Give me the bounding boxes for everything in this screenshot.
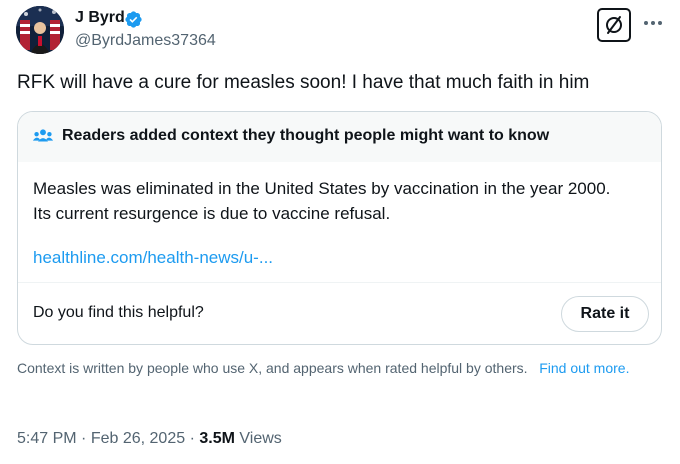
author-handle[interactable]: @ByrdJames37364 <box>75 32 216 50</box>
community-note-body: Measles was eliminated in the United Sta… <box>33 176 648 226</box>
people-icon <box>32 129 54 142</box>
meta-separator: · <box>81 430 87 447</box>
find-out-more-link[interactable]: Find out more. <box>539 360 629 376</box>
grok-button[interactable] <box>597 8 631 42</box>
community-note-title: Readers added context they thought peopl… <box>62 127 550 144</box>
divider <box>18 282 661 283</box>
tweet-time[interactable]: 5:47 PM <box>17 430 77 447</box>
verified-badge-icon <box>125 11 142 28</box>
more-dots-icon <box>644 21 662 25</box>
community-note-line: Its current resurgence is due to vaccine… <box>33 204 391 223</box>
author-name[interactable]: J Byrd <box>75 9 125 27</box>
more-options-button[interactable] <box>641 11 665 35</box>
community-note-source-link[interactable]: healthline.com/health-news/u-... <box>33 248 273 268</box>
meta-separator: · <box>189 430 195 447</box>
views-count: 3.5M <box>199 430 235 447</box>
tweet-meta: 5:47 PM · Feb 26, 2025 · 3.5M Views <box>17 430 282 448</box>
views-label: Views <box>239 430 282 447</box>
community-note-line: Measles was eliminated in the United Sta… <box>33 179 611 198</box>
helpful-question: Do you find this helpful? <box>33 304 204 321</box>
tweet-text: RFK will have a cure for measles soon! I… <box>17 72 590 93</box>
avatar[interactable] <box>16 6 64 54</box>
rate-it-button[interactable]: Rate it <box>561 296 649 332</box>
community-note-header: Readers added context they thought peopl… <box>18 112 661 162</box>
tweet: J Byrd @ByrdJames37364 RFK will have a c… <box>0 0 680 464</box>
tweet-date[interactable]: Feb 26, 2025 <box>91 430 185 447</box>
disclaimer-text: Context is written by people who use X, … <box>17 360 528 376</box>
avatar-image <box>16 6 64 54</box>
community-note-disclaimer: Context is written by people who use X, … <box>17 359 657 378</box>
grok-icon <box>606 16 622 34</box>
community-note-card: Readers added context they thought peopl… <box>17 111 662 345</box>
